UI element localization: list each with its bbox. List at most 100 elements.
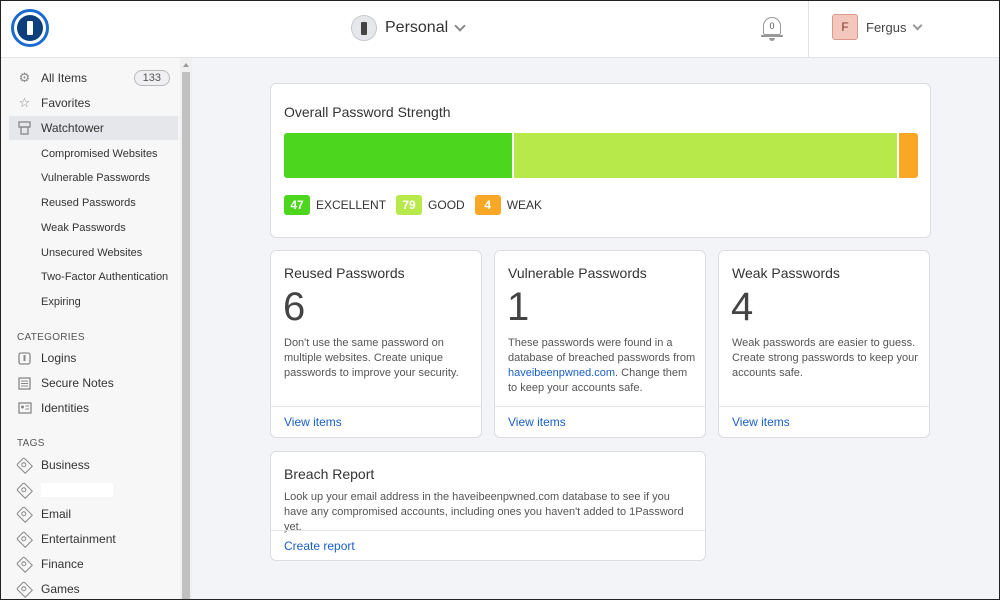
card-footer: Create report (271, 530, 705, 561)
create-report-link[interactable]: Create report (284, 539, 355, 553)
card-title: Breach Report (284, 466, 375, 482)
sidebar-item-secure-notes[interactable]: Secure Notes (9, 371, 178, 395)
tag-icon (16, 505, 33, 523)
strength-bar (284, 133, 918, 178)
legend-good: 79 GOOD (396, 195, 465, 215)
sidebar-item-compromised-websites[interactable]: Compromised Websites (41, 144, 158, 164)
card-description: Weak passwords are easier to guess. Crea… (732, 337, 918, 379)
reused-count: 6 (283, 285, 306, 329)
sidebar-item-reused-passwords[interactable]: Reused Passwords (41, 193, 136, 213)
categories-header: CATEGORIES (17, 332, 85, 343)
sidebar-item-label: Entertainment (41, 532, 116, 546)
sidebar-item-tag-finance[interactable]: Finance (9, 552, 178, 576)
sidebar-item-label: Watchtower (41, 121, 104, 135)
haveibeenpwned-link[interactable]: haveibeenpwned.com (508, 367, 615, 379)
note-icon (17, 376, 32, 391)
legend-excellent: 47 EXCELLENT (284, 195, 386, 215)
notification-count: 0 (763, 17, 781, 35)
vault-icon (351, 15, 377, 41)
view-items-link[interactable]: View items (508, 415, 566, 429)
sidebar-item-label: Secure Notes (41, 376, 114, 390)
legend-label: EXCELLENT (316, 198, 387, 212)
reused-passwords-card: Reused Passwords 6 Don't use the same pa… (270, 250, 482, 438)
sidebar-item-vulnerable-passwords[interactable]: Vulnerable Passwords (41, 168, 150, 188)
sidebar-item-two-factor-authentication[interactable]: Two-Factor Authentication (41, 267, 168, 287)
sidebar-scrollbar[interactable] (180, 58, 192, 599)
sidebar-item-watchtower[interactable]: Watchtower (9, 116, 178, 140)
card-title: Vulnerable Passwords (508, 265, 647, 281)
top-bar: Personal 0 F Fergus (1, 1, 999, 58)
view-items-link[interactable]: View items (732, 415, 790, 429)
tag-icon (16, 530, 33, 548)
sidebar-item-tag-entertainment[interactable]: Entertainment (9, 527, 178, 551)
card-title: Reused Passwords (284, 265, 405, 281)
strength-legend: 47 EXCELLENT 79 GOOD 4 WEAK (284, 195, 542, 215)
weak-count-chip: 4 (474, 195, 501, 215)
sidebar-item-label: Games (41, 582, 80, 596)
sidebar-item-weak-passwords[interactable]: Weak Passwords (41, 218, 126, 238)
sidebar-item-label: Identities (41, 401, 90, 415)
card-description: Look up your email address in the haveib… (284, 491, 684, 533)
breach-report-card: Breach Report Look up your email address… (270, 451, 706, 561)
card-title: Overall Password Strength (284, 104, 451, 120)
account-menu[interactable]: F Fergus (832, 14, 923, 40)
sidebar-item-label: Email (41, 507, 72, 521)
gear-icon: ⚙ (18, 70, 31, 85)
app-window: Personal 0 F Fergus ⚙ All Items 133 ☆ Fa… (0, 0, 1000, 600)
star-icon: ☆ (18, 95, 31, 110)
sidebar-item-label: Logins (41, 351, 77, 365)
sidebar-item-unsecured-websites[interactable]: Unsecured Websites (41, 243, 142, 263)
tags-header: TAGS (17, 438, 45, 449)
sidebar-item-tag-redacted[interactable] (9, 478, 178, 502)
view-items-link[interactable]: View items (284, 415, 342, 429)
card-footer: View items (495, 406, 705, 438)
card-description: These passwords were found in a database… (508, 336, 698, 396)
vulnerable-count: 1 (507, 285, 530, 329)
user-name: Fergus (866, 19, 907, 35)
chevron-down-icon (913, 20, 923, 30)
legend-label: WEAK (506, 198, 543, 212)
card-footer: View items (271, 406, 481, 438)
chevron-down-icon (454, 20, 466, 32)
sidebar-item-label: Favorites (41, 96, 91, 110)
sidebar-item-all-items[interactable]: ⚙ All Items 133 (9, 66, 178, 90)
sidebar-item-logins[interactable]: Logins (9, 346, 178, 370)
scrollbar-thumb[interactable] (182, 72, 190, 599)
card-footer: View items (719, 406, 929, 438)
header-divider (808, 1, 809, 57)
legend-weak: 4 WEAK (474, 195, 543, 215)
desc-text: These passwords were found in a database… (508, 337, 696, 364)
app-logo-icon[interactable] (11, 9, 49, 47)
sidebar-item-label: Business (41, 458, 90, 472)
strength-segment-good (513, 133, 897, 178)
legend-label: GOOD (428, 198, 465, 212)
sidebar: ⚙ All Items 133 ☆ Favorites Watchtower C… (1, 58, 180, 599)
redacted-label (41, 483, 113, 497)
item-count-badge: 133 (133, 70, 170, 86)
sidebar-item-identities[interactable]: Identities (9, 396, 178, 420)
sidebar-item-favorites[interactable]: ☆ Favorites (9, 91, 178, 115)
tag-icon (16, 481, 33, 499)
scroll-up-arrow-icon[interactable] (183, 63, 189, 67)
card-title: Weak Passwords (732, 265, 840, 281)
sidebar-item-expiring[interactable]: Expiring (41, 292, 81, 312)
sidebar-item-tag-games[interactable]: Games (9, 577, 178, 599)
sidebar-item-tag-business[interactable]: Business (9, 453, 178, 477)
vault-switcher[interactable]: Personal (351, 14, 466, 42)
vulnerable-passwords-card: Vulnerable Passwords 1 These passwords w… (494, 250, 706, 438)
sidebar-item-label: Finance (41, 557, 84, 571)
tag-icon (16, 456, 33, 474)
weak-count: 4 (731, 285, 754, 329)
notifications-bell-icon[interactable]: 0 (761, 15, 783, 41)
watchtower-icon (17, 121, 32, 136)
tag-icon (16, 580, 33, 598)
vault-name: Personal (385, 19, 449, 36)
password-strength-card: Overall Password Strength 47 EXCELLENT 7… (270, 83, 931, 238)
sidebar-item-tag-email[interactable]: Email (9, 502, 178, 526)
excellent-count-chip: 47 (284, 195, 310, 215)
tag-icon (16, 555, 33, 573)
weak-passwords-card: Weak Passwords 4 Weak passwords are easi… (718, 250, 930, 438)
strength-segment-weak (898, 133, 918, 178)
login-icon (17, 351, 32, 366)
identity-icon (17, 401, 32, 416)
